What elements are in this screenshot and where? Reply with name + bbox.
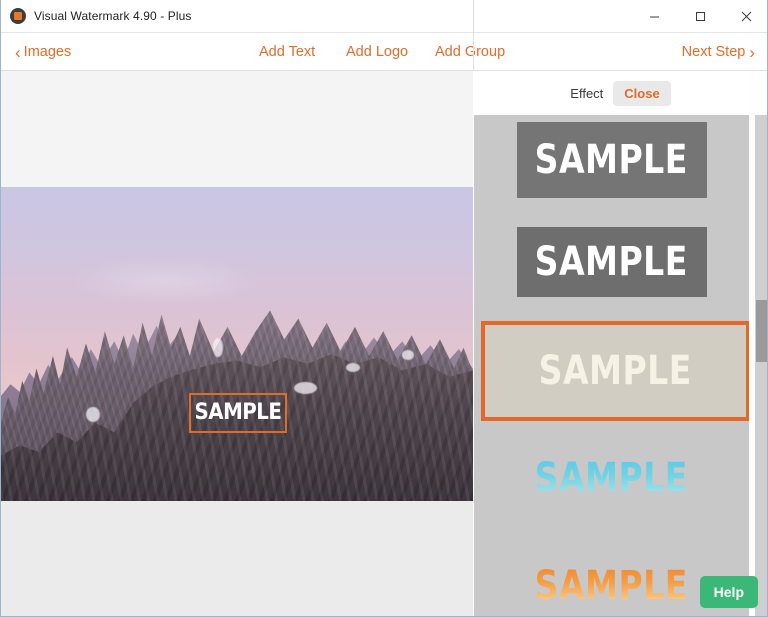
effect-list-scrollbar[interactable] bbox=[755, 115, 767, 616]
canvas-lower-background bbox=[1, 501, 473, 616]
effect-sample-text: SAMPLE bbox=[534, 239, 689, 285]
effect-swatch-4: SAMPLE bbox=[482, 435, 741, 521]
next-step-button[interactable]: Next Step › bbox=[682, 33, 755, 71]
effect-sample-text: SAMPLE bbox=[534, 563, 689, 609]
effect-panel: Effect Close SAMPLE SAMPLE SAMPLE SAMPLE… bbox=[473, 71, 767, 616]
effect-option-1[interactable]: SAMPLE bbox=[482, 117, 741, 203]
application-window: Visual Watermark 4.90 - Plus ‹ Images Ad… bbox=[0, 0, 768, 617]
effect-sample-text: SAMPLE bbox=[538, 348, 693, 394]
photo-snow-patch bbox=[345, 362, 360, 373]
effect-option-4[interactable]: SAMPLE bbox=[482, 435, 741, 521]
add-group-button[interactable]: Add Group bbox=[435, 33, 505, 71]
photo-snow-patch bbox=[213, 337, 223, 357]
chevron-left-icon: ‹ bbox=[15, 42, 21, 62]
effect-swatch-2: SAMPLE bbox=[516, 227, 707, 297]
effect-swatch-1: SAMPLE bbox=[516, 122, 707, 198]
effect-sample-text: SAMPLE bbox=[534, 137, 689, 183]
image-canvas[interactable]: SAMPLE bbox=[1, 71, 473, 616]
photo-haze bbox=[67, 256, 266, 307]
lock-app-icon bbox=[10, 8, 26, 24]
window-title: Visual Watermark 4.90 - Plus bbox=[34, 9, 192, 23]
watermark-selection-box[interactable]: SAMPLE bbox=[189, 393, 287, 433]
chevron-right-icon: › bbox=[749, 42, 755, 62]
maximize-icon[interactable] bbox=[677, 0, 723, 33]
effect-panel-title: Effect bbox=[570, 85, 604, 101]
title-bar: Visual Watermark 4.90 - Plus bbox=[1, 0, 767, 33]
add-text-button[interactable]: Add Text bbox=[259, 33, 315, 71]
add-logo-button[interactable]: Add Logo bbox=[346, 33, 408, 71]
effect-option-3-selected[interactable]: SAMPLE bbox=[481, 321, 749, 421]
back-to-images-label: Images bbox=[23, 44, 72, 60]
next-step-label: Next Step bbox=[681, 44, 746, 60]
effect-option-2[interactable]: SAMPLE bbox=[482, 219, 741, 305]
close-effect-panel-button[interactable]: Close bbox=[613, 80, 671, 106]
window-controls bbox=[631, 0, 767, 33]
effect-sample-text: SAMPLE bbox=[534, 455, 689, 501]
effect-list-scroll-thumb[interactable] bbox=[756, 300, 767, 362]
effect-panel-header: Effect Close bbox=[473, 71, 767, 115]
minimize-icon[interactable] bbox=[631, 0, 677, 33]
main-toolbar: ‹ Images Add Text Add Logo Add Group Nex… bbox=[1, 33, 767, 71]
photo-snow-patch bbox=[402, 350, 414, 360]
close-icon[interactable] bbox=[723, 0, 767, 33]
help-button[interactable]: Help bbox=[699, 576, 758, 608]
preview-photo[interactable]: SAMPLE bbox=[1, 187, 473, 501]
effect-list[interactable]: SAMPLE SAMPLE SAMPLE SAMPLE SAMPLE bbox=[474, 115, 749, 616]
effect-swatch-3: SAMPLE bbox=[485, 325, 746, 417]
back-to-images-button[interactable]: ‹ Images bbox=[15, 33, 71, 71]
watermark-text: SAMPLE bbox=[194, 400, 282, 425]
